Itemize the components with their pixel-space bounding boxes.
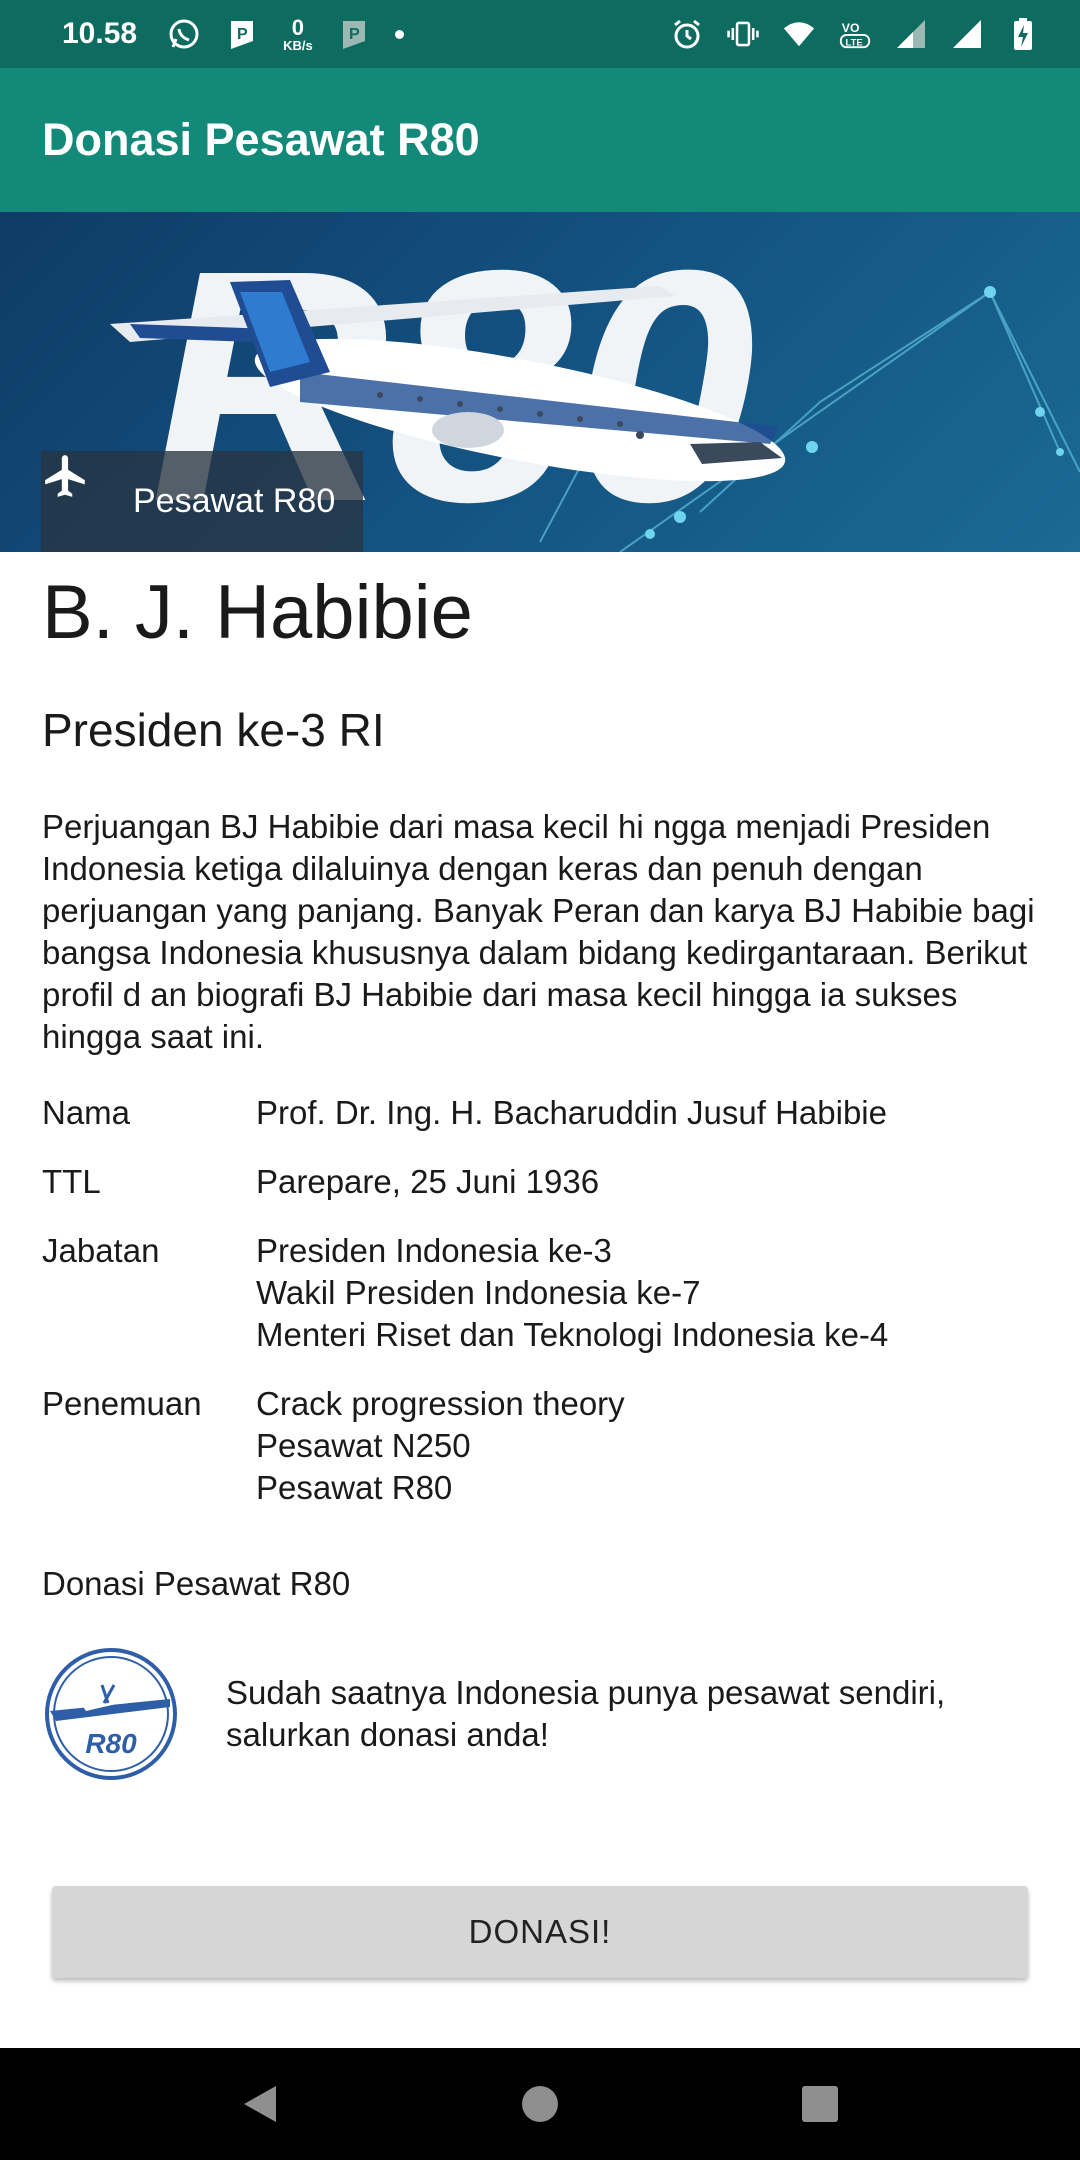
profile-content: B. J. Habibie Presiden ke-3 RI Perjuanga…: [42, 552, 1038, 1783]
profile-name: B. J. Habibie: [42, 570, 473, 655]
signal-icon: [894, 17, 928, 51]
app-title: Donasi Pesawat R80: [42, 114, 480, 165]
detail-value: Crack progression theory Pesawat N250 Pe…: [256, 1385, 625, 1506]
svg-text:R80: R80: [85, 1728, 137, 1759]
profile-bio: Perjuangan BJ Habibie dari masa kecil hi…: [42, 808, 1035, 1055]
detail-value: Parepare, 25 Juni 1936: [256, 1163, 600, 1200]
svg-text:VO: VO: [842, 21, 860, 35]
recents-icon[interactable]: [790, 2074, 850, 2134]
battery-charging-icon: [1006, 17, 1040, 51]
svg-text:P: P: [237, 26, 248, 43]
back-icon[interactable]: [230, 2074, 290, 2134]
vibrate-icon: [726, 17, 760, 51]
donate-button[interactable]: DONASI!: [52, 1886, 1028, 1978]
detail-label: TTL: [42, 1163, 101, 1200]
svg-text:P: P: [349, 26, 360, 43]
p-notification-icon: P: [225, 17, 259, 51]
signal-icon: [950, 17, 984, 51]
detail-label: Jabatan: [42, 1232, 160, 1269]
network-speed: 0 KB/s: [283, 14, 313, 53]
svg-text:LTE: LTE: [846, 37, 863, 48]
status-bar: 10.58 P 0 KB/s P VO LTE: [0, 0, 1080, 68]
profile-subtitle: Presiden ke-3 RI: [42, 704, 385, 756]
detail-value: Presiden Indonesia ke-3 Wakil Presiden I…: [256, 1232, 889, 1353]
dot-icon: [394, 29, 404, 39]
detail-row-penemuan: Penemuan Crack progression theory Pesawa…: [42, 1383, 1038, 1509]
detail-label: Nama: [42, 1094, 131, 1131]
wifi-icon: [782, 17, 816, 51]
p-notification-icon: P: [337, 17, 371, 51]
alarm-icon: [670, 17, 704, 51]
donation-message: Sudah saatnya Indonesia punya pesawat se…: [226, 1674, 946, 1753]
profile-details: Nama Prof. Dr. Ing. H. Bacharuddin Jusuf…: [42, 1092, 1038, 1509]
detail-label: Penemuan: [42, 1385, 202, 1422]
volte-icon: VO LTE: [838, 17, 872, 51]
hero-caption-text: Pesawat R80: [133, 482, 336, 520]
airplane-icon: [45, 455, 113, 527]
detail-value: Prof. Dr. Ing. H. Bacharuddin Jusuf Habi…: [256, 1094, 887, 1131]
whatsapp-icon: [167, 17, 201, 51]
detail-row-jabatan: Jabatan Presiden Indonesia ke-3 Wakil Pr…: [42, 1230, 1038, 1356]
hero-caption: Pesawat R80: [41, 451, 363, 552]
donation-heading: Donasi Pesawat R80: [42, 1565, 351, 1602]
status-time: 10.58: [62, 17, 138, 50]
detail-row-ttl: TTL Parepare, 25 Juni 1936: [42, 1161, 1038, 1203]
donation-promo: R80 Sudah saatnya Indonesia punya pesawa…: [42, 1645, 1038, 1783]
home-icon[interactable]: [510, 2074, 570, 2134]
hero-banner: R80 Pesawat R80: [0, 212, 1080, 552]
r80-logo: R80: [42, 1645, 180, 1783]
app-bar: Donasi Pesawat R80: [0, 68, 1080, 212]
navigation-bar: [0, 2048, 1080, 2160]
system-icons: VO LTE: [670, 17, 1040, 51]
detail-row-nama: Nama Prof. Dr. Ing. H. Bacharuddin Jusuf…: [42, 1092, 1038, 1134]
notification-icons: P 0 KB/s P: [167, 14, 404, 53]
